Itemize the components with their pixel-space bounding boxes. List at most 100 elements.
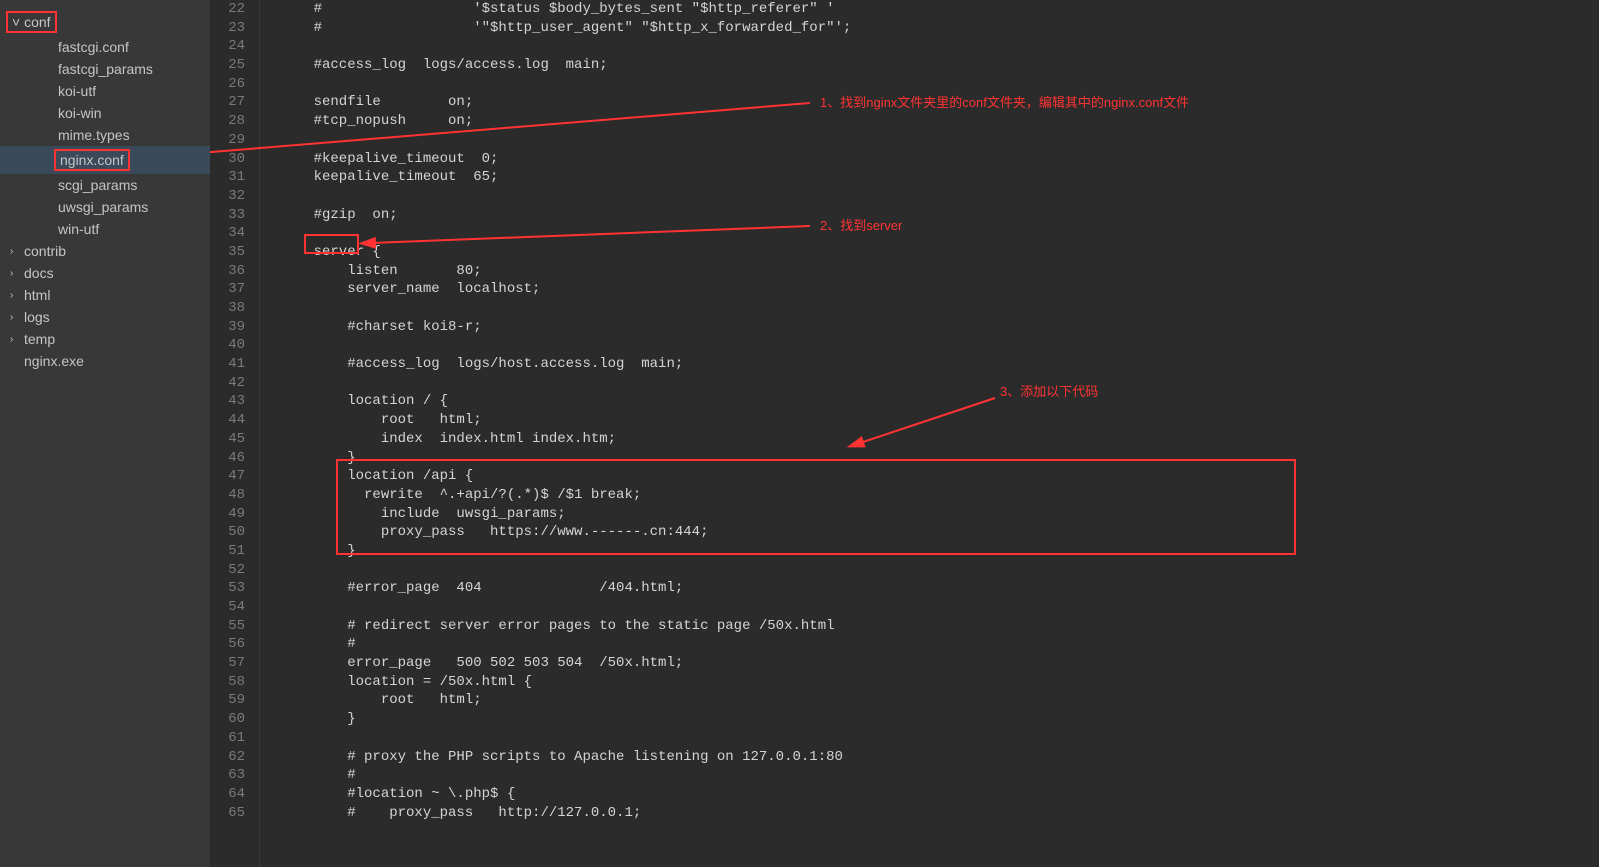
line-number: 58 [210, 673, 245, 692]
code-line[interactable]: keepalive_timeout 65; [280, 168, 1599, 187]
line-number: 36 [210, 262, 245, 281]
code-line[interactable]: proxy_pass https://www.------.cn:444; [280, 523, 1599, 542]
code-line[interactable]: root html; [280, 411, 1599, 430]
line-number: 59 [210, 691, 245, 710]
tree-item-label: contrib [24, 243, 66, 259]
code-line[interactable]: #charset koi8-r; [280, 318, 1599, 337]
tree-item-scgi_params[interactable]: scgi_params [0, 174, 210, 196]
code-line[interactable]: rewrite ^.+api/?(.*)$ /$1 break; [280, 486, 1599, 505]
line-number: 32 [210, 187, 245, 206]
code-line[interactable]: #access_log logs/access.log main; [280, 56, 1599, 75]
code-line[interactable]: # proxy_pass http://127.0.0.1; [280, 804, 1599, 823]
line-number: 56 [210, 635, 245, 654]
file-tree-sidebar[interactable]: ˅ conffastcgi.conffastcgi_params koi-utf k… [0, 0, 210, 867]
code-line[interactable] [280, 374, 1599, 393]
line-number: 46 [210, 449, 245, 468]
code-line[interactable]: #keepalive_timeout 0; [280, 150, 1599, 169]
code-line[interactable]: # [280, 635, 1599, 654]
line-number: 43 [210, 392, 245, 411]
line-number: 60 [210, 710, 245, 729]
line-number: 38 [210, 299, 245, 318]
code-line[interactable]: } [280, 449, 1599, 468]
code-line[interactable]: #tcp_nopush on; [280, 112, 1599, 131]
line-number: 42 [210, 374, 245, 393]
chevron-icon: › [10, 334, 18, 345]
code-line[interactable] [280, 561, 1599, 580]
code-line[interactable]: listen 80; [280, 262, 1599, 281]
line-number: 26 [210, 75, 245, 94]
code-area[interactable]: # '$status $body_bytes_sent "$http_refer… [260, 0, 1599, 867]
tree-item-fastcgi_params[interactable]: fastcgi_params [0, 58, 210, 80]
code-line[interactable]: server { [280, 243, 1599, 262]
tree-item-win-utf[interactable]: win-utf [0, 218, 210, 240]
code-line[interactable]: location / { [280, 392, 1599, 411]
code-line[interactable]: root html; [280, 691, 1599, 710]
code-editor[interactable]: 2223242526272829303132333435363738394041… [210, 0, 1599, 867]
code-line[interactable] [280, 598, 1599, 617]
tree-item-html[interactable]: ›html [0, 284, 210, 306]
tree-item-label: logs [24, 309, 50, 325]
line-number: 48 [210, 486, 245, 505]
tree-item-koi-utf[interactable]: koi-utf [0, 80, 210, 102]
tree-item-uwsgi_params[interactable]: uwsgi_params [0, 196, 210, 218]
code-line[interactable] [280, 299, 1599, 318]
line-number: 35 [210, 243, 245, 262]
line-number: 39 [210, 318, 245, 337]
code-line[interactable] [280, 224, 1599, 243]
tree-item-docs[interactable]: ›docs [0, 262, 210, 284]
code-line[interactable]: # [280, 766, 1599, 785]
code-line[interactable] [280, 336, 1599, 355]
code-line[interactable]: # '"$http_user_agent" "$http_x_forwarded… [280, 19, 1599, 38]
line-number: 51 [210, 542, 245, 561]
code-line[interactable]: #error_page 404 /404.html; [280, 579, 1599, 598]
line-number: 23 [210, 19, 245, 38]
code-line[interactable]: # proxy the PHP scripts to Apache listen… [280, 748, 1599, 767]
code-line[interactable] [280, 729, 1599, 748]
line-number: 55 [210, 617, 245, 636]
code-line[interactable]: #gzip on; [280, 206, 1599, 225]
tree-item-nginx-exe[interactable]: nginx.exe [0, 350, 210, 372]
code-line[interactable] [280, 131, 1599, 150]
tree-item-temp[interactable]: ›temp [0, 328, 210, 350]
code-line[interactable]: error_page 500 502 503 504 /50x.html; [280, 654, 1599, 673]
line-number: 22 [210, 0, 245, 19]
code-line[interactable]: server_name localhost; [280, 280, 1599, 299]
line-number: 29 [210, 131, 245, 150]
tree-item-label: html [24, 287, 50, 303]
line-number: 50 [210, 523, 245, 542]
code-line[interactable] [280, 187, 1599, 206]
tree-item-label: koi-utf [58, 83, 96, 99]
line-number: 25 [210, 56, 245, 75]
code-line[interactable]: sendfile on; [280, 93, 1599, 112]
tree-item-contrib[interactable]: ›contrib [0, 240, 210, 262]
tree-item-fastcgi-conf[interactable]: fastcgi.conf [0, 36, 210, 58]
code-line[interactable]: location = /50x.html { [280, 673, 1599, 692]
tree-item-nginx-conf[interactable]: nginx.conf [0, 146, 210, 174]
line-number: 24 [210, 37, 245, 56]
line-number: 65 [210, 804, 245, 823]
code-line[interactable]: } [280, 710, 1599, 729]
code-line[interactable]: # redirect server error pages to the sta… [280, 617, 1599, 636]
tree-item-mime-types[interactable]: mime.types [0, 124, 210, 146]
line-number: 30 [210, 150, 245, 169]
tree-item-conf[interactable]: ˅ conf [0, 8, 210, 36]
code-line[interactable]: # '$status $body_bytes_sent "$http_refer… [280, 0, 1599, 19]
line-number: 62 [210, 748, 245, 767]
tree-item-logs[interactable]: ›logs [0, 306, 210, 328]
code-line[interactable]: } [280, 542, 1599, 561]
code-line[interactable]: location /api { [280, 467, 1599, 486]
code-line[interactable]: include uwsgi_params; [280, 505, 1599, 524]
code-line[interactable]: #access_log logs/host.access.log main; [280, 355, 1599, 374]
tree-item-koi-win[interactable]: koi-win [0, 102, 210, 124]
line-number: 52 [210, 561, 245, 580]
line-number: 40 [210, 336, 245, 355]
line-number: 49 [210, 505, 245, 524]
code-line[interactable]: #location ~ \.php$ { [280, 785, 1599, 804]
code-line[interactable] [280, 37, 1599, 56]
tree-item-label: mime.types [58, 127, 130, 143]
line-number: 27 [210, 93, 245, 112]
line-number: 47 [210, 467, 245, 486]
line-number: 41 [210, 355, 245, 374]
code-line[interactable] [280, 75, 1599, 94]
code-line[interactable]: index index.html index.htm; [280, 430, 1599, 449]
